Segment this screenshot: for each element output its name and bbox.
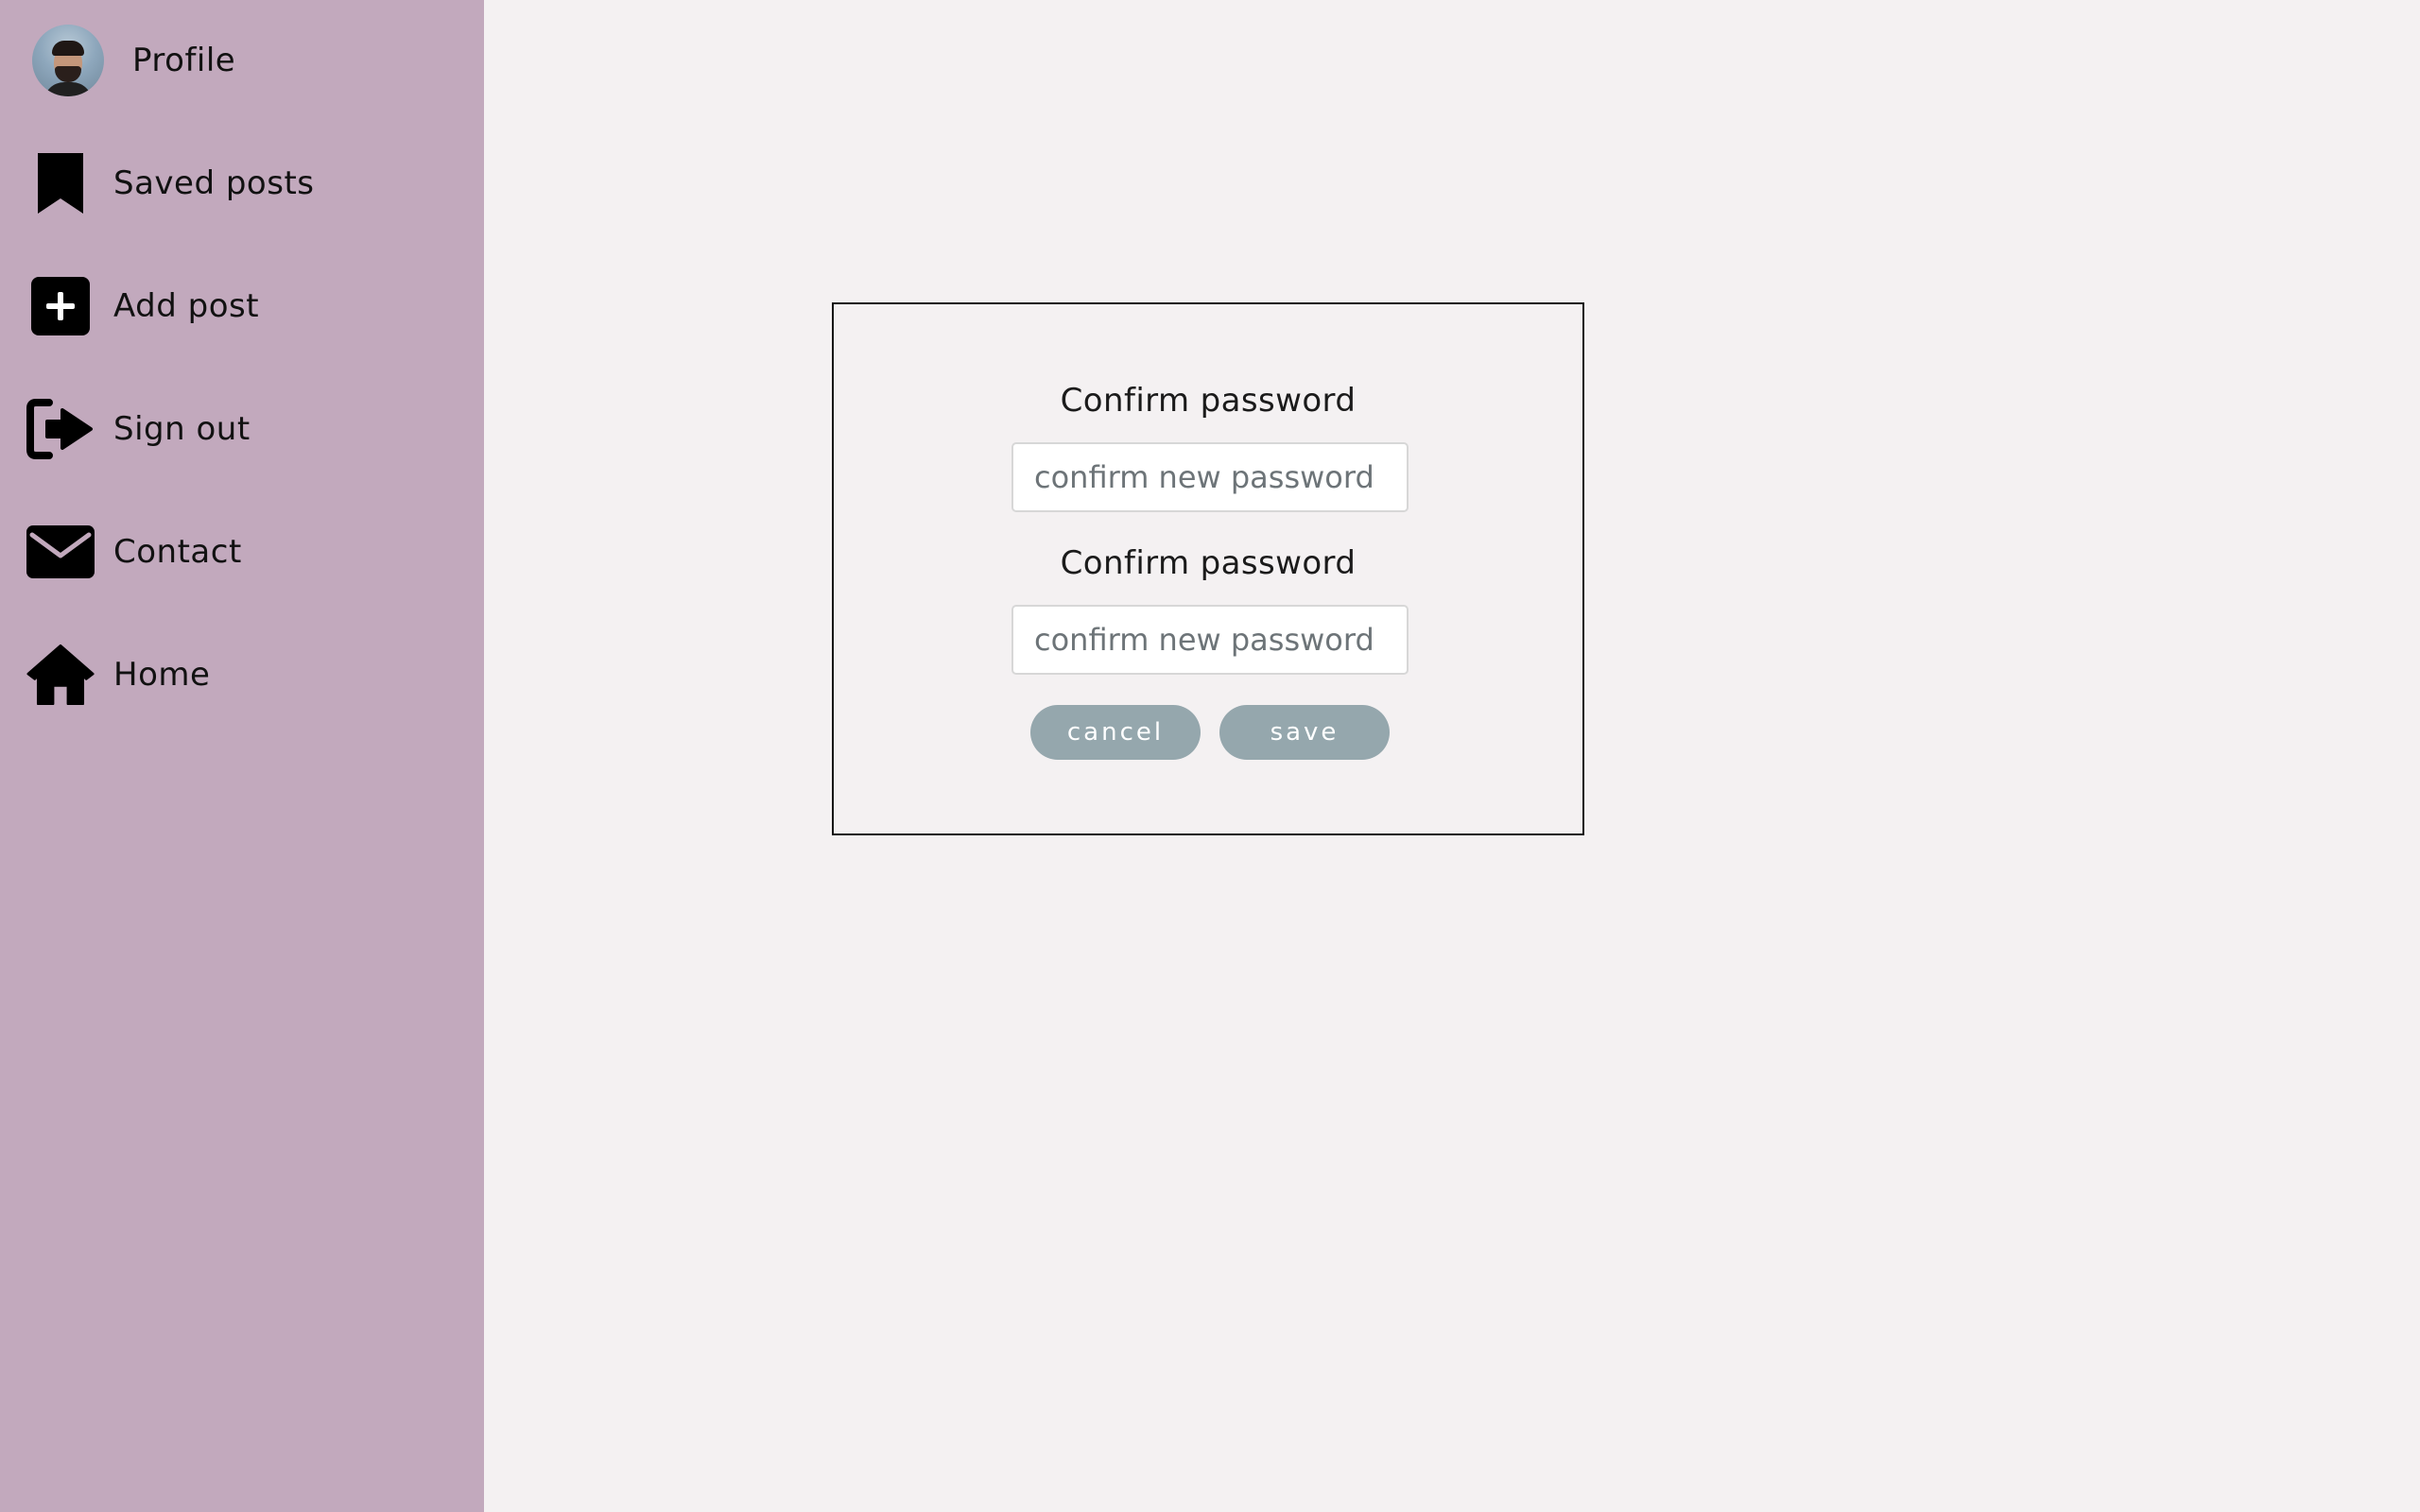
- confirm-password-label: Confirm password: [1060, 382, 1357, 420]
- sidebar-item-label: Saved posts: [113, 164, 315, 202]
- sidebar-item-label: Add post: [113, 287, 260, 325]
- cancel-button[interactable]: cancel: [1030, 705, 1201, 760]
- sidebar: Profile Saved posts Add post Sign out Co…: [0, 0, 484, 1512]
- sidebar-item-contact[interactable]: Contact: [26, 514, 242, 590]
- sidebar-item-sign-out[interactable]: Sign out: [26, 391, 251, 467]
- sidebar-item-home[interactable]: Home: [26, 637, 210, 713]
- change-password-dialog: Confirm password Confirm password cancel…: [832, 302, 1584, 835]
- sidebar-item-profile[interactable]: Profile: [32, 23, 235, 98]
- envelope-icon: [26, 518, 95, 586]
- sidebar-item-add-post[interactable]: Add post: [26, 268, 259, 344]
- avatar: [32, 25, 104, 96]
- bookmark-icon: [26, 149, 95, 217]
- sidebar-item-label: Contact: [113, 533, 242, 571]
- sidebar-item-label: Home: [113, 656, 211, 694]
- sidebar-item-label: Sign out: [113, 410, 251, 448]
- home-icon: [26, 641, 95, 709]
- confirm-password-label: Confirm password: [1060, 544, 1357, 582]
- sign-out-icon: [26, 395, 95, 463]
- sidebar-item-label: Profile: [132, 42, 236, 79]
- confirm-password-input[interactable]: [1011, 442, 1409, 512]
- confirm-password-input-second[interactable]: [1011, 605, 1409, 675]
- save-button[interactable]: save: [1219, 705, 1390, 760]
- plus-square-icon: [26, 272, 95, 340]
- sidebar-item-saved-posts[interactable]: Saved posts: [26, 146, 315, 221]
